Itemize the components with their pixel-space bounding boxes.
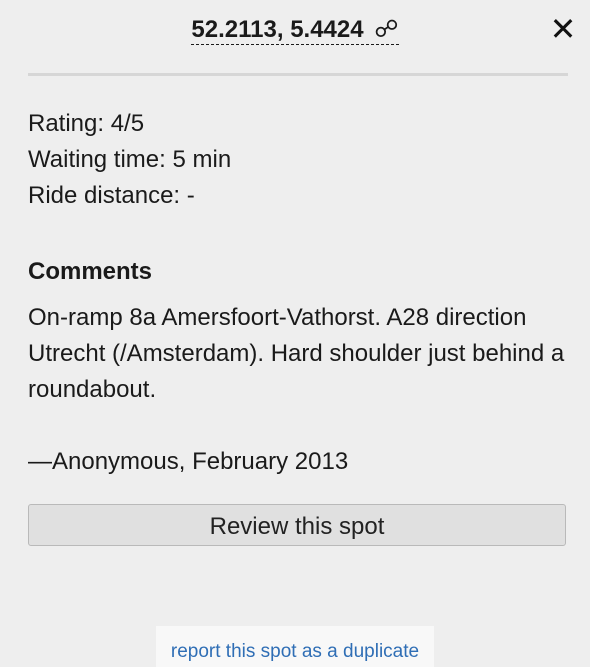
spot-header: 52.2113, 5.4424 ☍ ✕ bbox=[0, 0, 590, 60]
coordinates-text: 52.2113, 5.4424 bbox=[191, 16, 364, 43]
spot-details: Rating: 4/5 Waiting time: 5 min Ride dis… bbox=[28, 106, 568, 480]
comment-text: On-ramp 8a Amersfoort-Vathorst. A28 dire… bbox=[28, 304, 565, 403]
link-icon: ☍ bbox=[374, 16, 399, 43]
report-duplicate-link[interactable]: report this spot as a duplicate bbox=[156, 640, 434, 664]
review-spot-button[interactable]: Review this spot bbox=[28, 504, 566, 546]
header-divider bbox=[28, 73, 568, 76]
close-icon[interactable]: ✕ bbox=[548, 12, 578, 46]
rating-text: Rating: 4/5 bbox=[28, 110, 145, 137]
coordinates-link[interactable]: 52.2113, 5.4424 ☍ bbox=[191, 16, 399, 45]
coordinates-title: 52.2113, 5.4424 ☍ bbox=[0, 14, 590, 46]
comment-author: —Anonymous, February 2013 bbox=[28, 448, 349, 475]
ride-distance-text: Ride distance: - bbox=[28, 182, 195, 209]
comments-heading: Comments bbox=[28, 258, 153, 285]
report-duplicate-panel: report this spot as a duplicate bbox=[156, 626, 434, 667]
waiting-time-text: Waiting time: 5 min bbox=[28, 146, 232, 173]
